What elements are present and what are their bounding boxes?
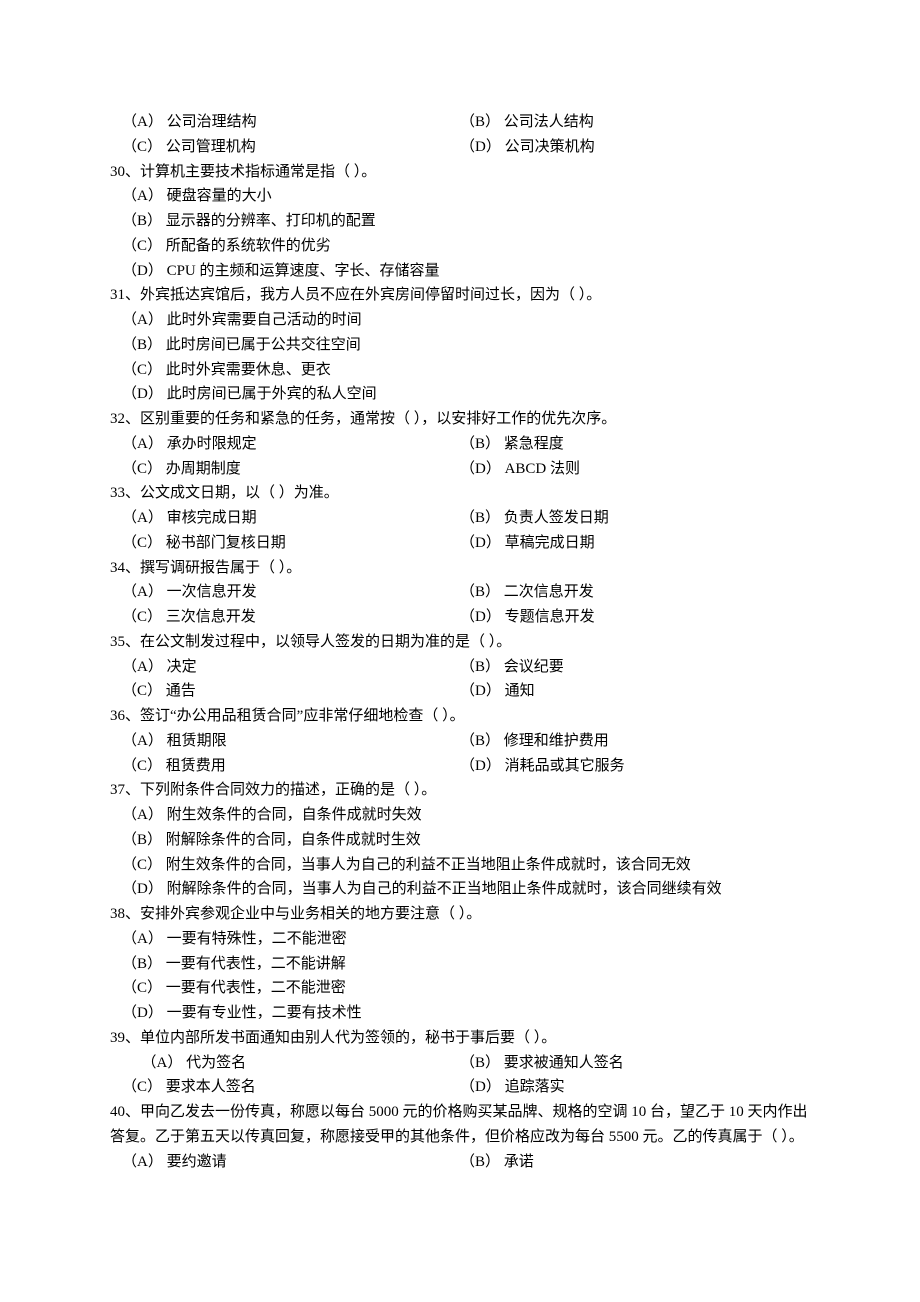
question-39-options: （A） 代为签名 （B） 要求被通知人签名 （C） 要求本人签名 （D） 追踪落… (110, 1051, 810, 1101)
option-c: （C） 三次信息开发 (110, 605, 460, 630)
question-37-stem: 37、下列附条件合同效力的描述，正确的是（ ）。 (110, 778, 810, 803)
option-b: （B） 一要有代表性，二不能讲解 (110, 952, 810, 977)
question-31-stem: 31、外宾抵达宾馆后，我方人员不应在外宾房间停留时间过长，因为（ ）。 (110, 283, 810, 308)
question-30-stem: 30、计算机主要技术指标通常是指（ ）。 (110, 160, 810, 185)
option-a: （A） 承办时限规定 (110, 432, 460, 457)
question-33-options: （A） 审核完成日期 （B） 负责人签发日期 （C） 秘书部门复核日期 （D） … (110, 506, 810, 556)
option-b: （B） 显示器的分辨率、打印机的配置 (110, 209, 810, 234)
option-d: （D） 消耗品或其它服务 (460, 754, 810, 779)
option-d: （D） 草稿完成日期 (460, 531, 810, 556)
question-38-stem: 38、安排外宾参观企业中与业务相关的地方要注意（ ）。 (110, 902, 810, 927)
question-36-stem: 36、签订“办公用品租赁合同”应非常仔细地检查（ ）。 (110, 704, 810, 729)
question-40-options: （A） 要约邀请 （B） 承诺 (110, 1150, 810, 1175)
question-35-stem: 35、在公文制发过程中，以领导人签发的日期为准的是（ ）。 (110, 630, 810, 655)
question-35-options: （A） 决定 （B） 会议纪要 （C） 通告 （D） 通知 (110, 655, 810, 705)
option-d: （D） 追踪落实 (460, 1075, 810, 1100)
option-c: （C） 此时外宾需要休息、更衣 (110, 358, 810, 383)
option-c: （C） 要求本人签名 (110, 1075, 460, 1100)
option-b: （B） 二次信息开发 (460, 580, 810, 605)
question-34-options: （A） 一次信息开发 （B） 二次信息开发 （C） 三次信息开发 （D） 专题信… (110, 580, 810, 630)
option-c: （C） 一要有代表性，二不能泄密 (110, 976, 810, 1001)
question-36-options: （A） 租赁期限 （B） 修理和维护费用 （C） 租赁费用 （D） 消耗品或其它… (110, 729, 810, 779)
option-a: （A） 公司治理结构 (110, 110, 460, 135)
option-a: （A） 租赁期限 (110, 729, 460, 754)
option-c: （C） 所配备的系统软件的优劣 (110, 234, 810, 259)
question-32-stem: 32、区别重要的任务和紧急的任务，通常按（ ），以安排好工作的优先次序。 (110, 407, 810, 432)
option-b: （B） 公司法人结构 (460, 110, 810, 135)
option-a: （A） 附生效条件的合同，自条件成就时失效 (110, 803, 810, 828)
option-a: （A） 审核完成日期 (110, 506, 460, 531)
option-c: （C） 秘书部门复核日期 (110, 531, 460, 556)
option-a: （A） 一要有特殊性，二不能泄密 (110, 927, 810, 952)
option-d: （D） 专题信息开发 (460, 605, 810, 630)
option-a: （A） 要约邀请 (110, 1150, 460, 1175)
option-a: （A） 一次信息开发 (110, 580, 460, 605)
question-34-stem: 34、撰写调研报告属于（ ）。 (110, 556, 810, 581)
option-c: （C） 附生效条件的合同，当事人为自己的利益不正当地阻止条件成就时，该合同无效 (110, 853, 810, 878)
option-b: （B） 附解除条件的合同，自条件成就时生效 (110, 828, 810, 853)
option-c: （C） 租赁费用 (110, 754, 460, 779)
option-d: （D） 附解除条件的合同，当事人为自己的利益不正当地阻止条件成就时，该合同继续有… (110, 877, 810, 902)
document-page: （A） 公司治理结构 （B） 公司法人结构 （C） 公司管理机构 （D） 公司决… (0, 0, 920, 1234)
option-a: （A） 决定 (110, 655, 460, 680)
option-b: （B） 承诺 (460, 1150, 810, 1175)
question-29-options: （A） 公司治理结构 （B） 公司法人结构 （C） 公司管理机构 （D） 公司决… (110, 110, 810, 160)
option-a: （A） 代为签名 (110, 1051, 460, 1076)
question-32-options: （A） 承办时限规定 （B） 紧急程度 （C） 办周期制度 （D） ABCD 法… (110, 432, 810, 482)
option-a: （A） 此时外宾需要自己活动的时间 (110, 308, 810, 333)
option-c: （C） 通告 (110, 679, 460, 704)
option-b: （B） 紧急程度 (460, 432, 810, 457)
option-d: （D） 通知 (460, 679, 810, 704)
option-c: （C） 办周期制度 (110, 457, 460, 482)
option-d: （D） 此时房间已属于外宾的私人空间 (110, 382, 810, 407)
option-d: （D） 公司决策机构 (460, 135, 810, 160)
question-33-stem: 33、公文成文日期，以（ ）为准。 (110, 481, 810, 506)
option-a: （A） 硬盘容量的大小 (110, 184, 810, 209)
option-d: （D） ABCD 法则 (460, 457, 810, 482)
option-d: （D） 一要有专业性，二要有技术性 (110, 1001, 810, 1026)
option-c: （C） 公司管理机构 (110, 135, 460, 160)
question-40-stem: 40、甲向乙发去一份传真，称愿以每台 5000 元的价格购买某品牌、规格的空调 … (110, 1100, 810, 1150)
option-b: （B） 此时房间已属于公共交往空间 (110, 333, 810, 358)
question-39-stem: 39、单位内部所发书面通知由别人代为签领的，秘书于事后要（ ）。 (110, 1026, 810, 1051)
option-d: （D） CPU 的主频和运算速度、字长、存储容量 (110, 259, 810, 284)
option-b: （B） 修理和维护费用 (460, 729, 810, 754)
option-b: （B） 会议纪要 (460, 655, 810, 680)
option-b: （B） 负责人签发日期 (460, 506, 810, 531)
option-b: （B） 要求被通知人签名 (460, 1051, 810, 1076)
